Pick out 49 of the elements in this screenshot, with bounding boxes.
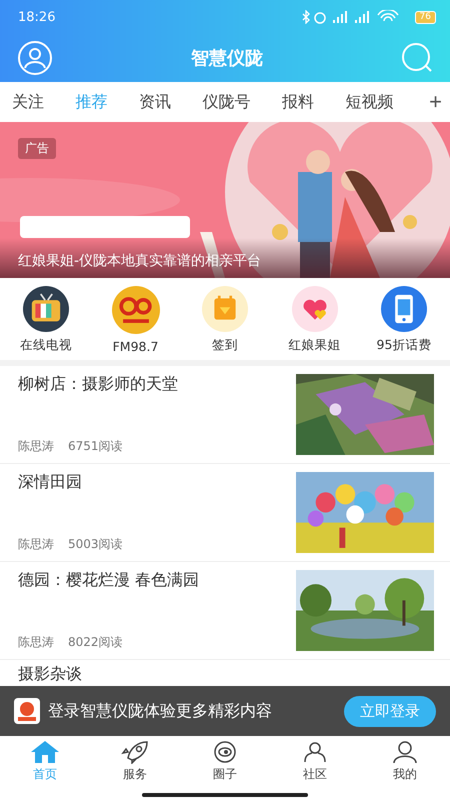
add-tab-button[interactable]: + — [425, 89, 446, 115]
article-item[interactable]: 深情田园 陈思涛 5003阅读 — [0, 464, 450, 562]
read-count: 8022阅读 — [68, 634, 123, 651]
shortcut-item[interactable]: 在线电视 — [6, 286, 86, 354]
login-prompt: 登录智慧仪陇体验更多精彩内容 — [48, 700, 273, 722]
user-icon[interactable] — [16, 41, 54, 75]
category-tab[interactable]: 关注 — [12, 92, 44, 112]
article-title: 摄影杂谈 — [18, 664, 83, 685]
nav-tab[interactable]: 圈子 — [195, 740, 255, 782]
nav-tab[interactable]: 社区 — [285, 740, 345, 782]
shortcut-item[interactable]: 95折话费 — [364, 286, 444, 354]
shortcut-label: 在线电视 — [20, 337, 72, 354]
app-logo-icon — [14, 698, 40, 724]
nav-tab[interactable]: 我的 — [375, 740, 435, 782]
shortcut-label: 红娘果姐 — [288, 337, 340, 354]
shortcut-label: 95折话费 — [376, 337, 432, 354]
category-tab[interactable]: 仪陇号 — [202, 92, 251, 112]
article-title: 柳树店：摄影师的天堂 — [18, 374, 179, 395]
search-icon[interactable] — [400, 43, 434, 73]
ad-badge: 广告 — [18, 138, 56, 159]
battery-level: 76 — [414, 10, 436, 24]
home-icon — [30, 740, 60, 764]
phone-recharge-icon — [378, 286, 430, 332]
category-tab[interactable]: 报料 — [282, 92, 314, 112]
article-title: 深情田园 — [18, 472, 83, 493]
read-count: 5003阅读 — [68, 536, 123, 553]
nav-tab[interactable]: 服务 — [105, 740, 165, 782]
banner-caption: 红娘果姐-仪陇本地真实靠谱的相亲平台 — [0, 238, 450, 278]
category-tab[interactable]: 短视频 — [346, 92, 394, 112]
article-item[interactable]: 德园：樱花烂漫 春色满园 陈思涛 8022阅读 — [0, 562, 450, 660]
read-count: 6751阅读 — [68, 438, 123, 455]
article-author: 陈思涛 — [18, 438, 54, 455]
calendar-icon — [199, 286, 251, 332]
article-item[interactable]: 摄影杂谈 — [0, 660, 450, 687]
radio-logo-icon — [110, 286, 162, 334]
article-item[interactable]: 柳树店：摄影师的天堂 陈思涛 6751阅读 — [0, 366, 450, 464]
article-title: 德园：樱花烂漫 春色满园 — [18, 570, 200, 591]
article-author: 陈思涛 — [18, 536, 54, 553]
shortcut-item[interactable]: FM98.7 — [96, 286, 176, 354]
category-tab[interactable]: 资讯 — [139, 92, 172, 112]
tv-icon — [20, 286, 72, 332]
status-time: 18:26 — [18, 10, 56, 24]
shortcut-item[interactable]: 签到 — [185, 286, 265, 354]
shortcut-label: 签到 — [212, 337, 238, 354]
shortcut-item[interactable]: 红娘果姐 — [274, 286, 354, 354]
article-author: 陈思涛 — [18, 634, 54, 651]
app-title: 智慧仪陇 — [191, 47, 263, 70]
shortcut-label: FM98.7 — [112, 339, 158, 354]
rocket-icon — [120, 740, 150, 764]
